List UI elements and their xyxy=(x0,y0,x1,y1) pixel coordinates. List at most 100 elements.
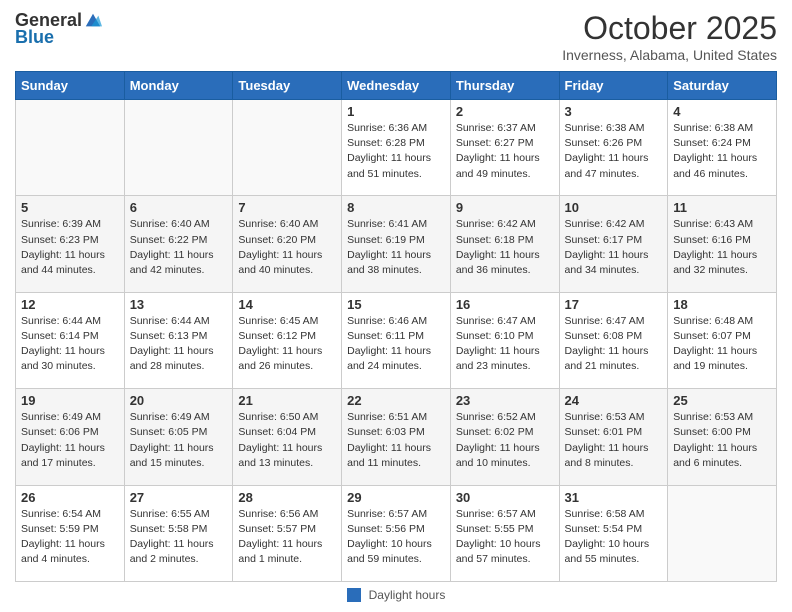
day-number: 20 xyxy=(130,393,228,408)
footer: Daylight hours xyxy=(15,588,777,602)
day-info: Sunrise: 6:51 AM Sunset: 6:03 PM Dayligh… xyxy=(347,410,445,471)
calendar-cell: 23Sunrise: 6:52 AM Sunset: 6:02 PM Dayli… xyxy=(450,389,559,485)
logo-icon xyxy=(84,12,102,30)
day-info: Sunrise: 6:42 AM Sunset: 6:17 PM Dayligh… xyxy=(565,217,663,278)
calendar-cell: 15 Sunrise: 6:46 AM Sunset: 6:11 PM Dayli… xyxy=(342,292,451,388)
calendar-cell: 16 Sunrise: 6:47 AM Sunset: 6:10 PM Dayli… xyxy=(450,292,559,388)
day-number: 1 xyxy=(347,104,445,119)
day-info: Sunrise: 6:43 AM Sunset: 6:16 PM Dayligh… xyxy=(673,217,771,278)
calendar-cell: 31 Sunrise: 6:58 AM Sunset: 5:54 PM Dayli… xyxy=(559,485,668,581)
calendar-cell: 30Sunrise: 6:57 AM Sunset: 5:55 PM Dayli… xyxy=(450,485,559,581)
day-number: 17 xyxy=(565,297,663,312)
day-info: Sunrise: 6:39 AM Sunset: 6:23 PM Dayligh… xyxy=(21,217,119,278)
day-number: 8 xyxy=(347,200,445,215)
calendar-cell: 12 Sunrise: 6:44 AM Sunset: 6:14 PM Dayli… xyxy=(16,292,125,388)
day-number: 10 xyxy=(565,200,663,215)
day-info: Sunrise: 6:49 AM Sunset: 6:05 PM Dayligh… xyxy=(130,410,228,471)
day-number: 27 xyxy=(130,490,228,505)
header-saturday: Saturday xyxy=(668,72,777,100)
day-info: Sunrise: 6:42 AM Sunset: 6:18 PM Dayligh… xyxy=(456,217,554,278)
calendar-week-3: 12 Sunrise: 6:44 AM Sunset: 6:14 PM Dayli… xyxy=(16,292,777,388)
day-number: 22 xyxy=(347,393,445,408)
calendar-week-5: 26 Sunrise: 6:54 AM Sunset: 5:59 PM Dayli… xyxy=(16,485,777,581)
calendar-cell: 20 Sunrise: 6:49 AM Sunset: 6:05 PM Dayli… xyxy=(124,389,233,485)
days-header-row: Sunday Monday Tuesday Wednesday Thursday… xyxy=(16,72,777,100)
day-number: 13 xyxy=(130,297,228,312)
calendar-cell: 17Sunrise: 6:47 AM Sunset: 6:08 PM Dayli… xyxy=(559,292,668,388)
calendar-cell: 25 Sunrise: 6:53 AM Sunset: 6:00 PM Dayli… xyxy=(668,389,777,485)
day-number: 3 xyxy=(565,104,663,119)
day-info: Sunrise: 6:44 AM Sunset: 6:13 PM Dayligh… xyxy=(130,314,228,375)
calendar-cell: 3 Sunrise: 6:38 AM Sunset: 6:26 PM Daylig… xyxy=(559,100,668,196)
calendar-cell xyxy=(16,100,125,196)
month-title: October 2025 xyxy=(562,10,777,47)
calendar-cell xyxy=(233,100,342,196)
header-tuesday: Tuesday xyxy=(233,72,342,100)
logo-blue: Blue xyxy=(15,27,54,48)
day-info: Sunrise: 6:41 AM Sunset: 6:19 PM Dayligh… xyxy=(347,217,445,278)
day-number: 15 xyxy=(347,297,445,312)
calendar-week-2: 5Sunrise: 6:39 AM Sunset: 6:23 PM Daylig… xyxy=(16,196,777,292)
calendar-cell: 27 Sunrise: 6:55 AM Sunset: 5:58 PM Dayli… xyxy=(124,485,233,581)
day-number: 16 xyxy=(456,297,554,312)
day-number: 18 xyxy=(673,297,771,312)
header-sunday: Sunday xyxy=(16,72,125,100)
day-info: Sunrise: 6:47 AM Sunset: 6:10 PM Dayligh… xyxy=(456,314,554,375)
day-number: 24 xyxy=(565,393,663,408)
calendar-cell: 22 Sunrise: 6:51 AM Sunset: 6:03 PM Dayli… xyxy=(342,389,451,485)
logo: General Blue xyxy=(15,10,102,48)
calendar-cell: 14Sunrise: 6:45 AM Sunset: 6:12 PM Dayli… xyxy=(233,292,342,388)
calendar-cell: 21Sunrise: 6:50 AM Sunset: 6:04 PM Dayli… xyxy=(233,389,342,485)
day-number: 19 xyxy=(21,393,119,408)
day-number: 29 xyxy=(347,490,445,505)
day-info: Sunrise: 6:37 AM Sunset: 6:27 PM Dayligh… xyxy=(456,121,554,182)
day-info: Sunrise: 6:56 AM Sunset: 5:57 PM Dayligh… xyxy=(238,507,336,568)
day-info: Sunrise: 6:44 AM Sunset: 6:14 PM Dayligh… xyxy=(21,314,119,375)
calendar-cell: 8 Sunrise: 6:41 AM Sunset: 6:19 PM Daylig… xyxy=(342,196,451,292)
day-info: Sunrise: 6:38 AM Sunset: 6:26 PM Dayligh… xyxy=(565,121,663,182)
calendar-cell xyxy=(668,485,777,581)
calendar-cell: 6Sunrise: 6:40 AM Sunset: 6:22 PM Daylig… xyxy=(124,196,233,292)
day-info: Sunrise: 6:48 AM Sunset: 6:07 PM Dayligh… xyxy=(673,314,771,375)
title-section: October 2025 Inverness, Alabama, United … xyxy=(562,10,777,63)
day-info: Sunrise: 6:49 AM Sunset: 6:06 PM Dayligh… xyxy=(21,410,119,471)
day-info: Sunrise: 6:58 AM Sunset: 5:54 PM Dayligh… xyxy=(565,507,663,568)
day-number: 12 xyxy=(21,297,119,312)
day-info: Sunrise: 6:45 AM Sunset: 6:12 PM Dayligh… xyxy=(238,314,336,375)
calendar-cell: 10 Sunrise: 6:42 AM Sunset: 6:17 PM Dayli… xyxy=(559,196,668,292)
day-number: 25 xyxy=(673,393,771,408)
header-thursday: Thursday xyxy=(450,72,559,100)
day-number: 6 xyxy=(130,200,228,215)
location: Inverness, Alabama, United States xyxy=(562,47,777,63)
header-wednesday: Wednesday xyxy=(342,72,451,100)
calendar-table: Sunday Monday Tuesday Wednesday Thursday… xyxy=(15,71,777,582)
calendar-cell: 29Sunrise: 6:57 AM Sunset: 5:56 PM Dayli… xyxy=(342,485,451,581)
day-info: Sunrise: 6:53 AM Sunset: 6:01 PM Dayligh… xyxy=(565,410,663,471)
day-number: 31 xyxy=(565,490,663,505)
calendar-cell: 4 Sunrise: 6:38 AM Sunset: 6:24 PM Daylig… xyxy=(668,100,777,196)
day-info: Sunrise: 6:38 AM Sunset: 6:24 PM Dayligh… xyxy=(673,121,771,182)
header-friday: Friday xyxy=(559,72,668,100)
day-info: Sunrise: 6:46 AM Sunset: 6:11 PM Dayligh… xyxy=(347,314,445,375)
day-number: 26 xyxy=(21,490,119,505)
day-number: 23 xyxy=(456,393,554,408)
day-info: Sunrise: 6:53 AM Sunset: 6:00 PM Dayligh… xyxy=(673,410,771,471)
day-number: 2 xyxy=(456,104,554,119)
day-info: Sunrise: 6:40 AM Sunset: 6:20 PM Dayligh… xyxy=(238,217,336,278)
calendar-cell: 5Sunrise: 6:39 AM Sunset: 6:23 PM Daylig… xyxy=(16,196,125,292)
day-number: 4 xyxy=(673,104,771,119)
main-container: General Blue October 2025 Inverness, Ala… xyxy=(0,0,792,612)
calendar-cell: 19 Sunrise: 6:49 AM Sunset: 6:06 PM Dayli… xyxy=(16,389,125,485)
day-info: Sunrise: 6:55 AM Sunset: 5:58 PM Dayligh… xyxy=(130,507,228,568)
calendar-cell: 11Sunrise: 6:43 AM Sunset: 6:16 PM Dayli… xyxy=(668,196,777,292)
calendar-week-1: 1 Sunrise: 6:36 AM Sunset: 6:28 PM Daylig… xyxy=(16,100,777,196)
day-number: 30 xyxy=(456,490,554,505)
calendar-cell: 1 Sunrise: 6:36 AM Sunset: 6:28 PM Daylig… xyxy=(342,100,451,196)
legend-label: Daylight hours xyxy=(369,588,446,602)
day-info: Sunrise: 6:50 AM Sunset: 6:04 PM Dayligh… xyxy=(238,410,336,471)
day-info: Sunrise: 6:36 AM Sunset: 6:28 PM Dayligh… xyxy=(347,121,445,182)
calendar-cell: 24 Sunrise: 6:53 AM Sunset: 6:01 PM Dayli… xyxy=(559,389,668,485)
day-number: 7 xyxy=(238,200,336,215)
day-number: 9 xyxy=(456,200,554,215)
day-info: Sunrise: 6:54 AM Sunset: 5:59 PM Dayligh… xyxy=(21,507,119,568)
